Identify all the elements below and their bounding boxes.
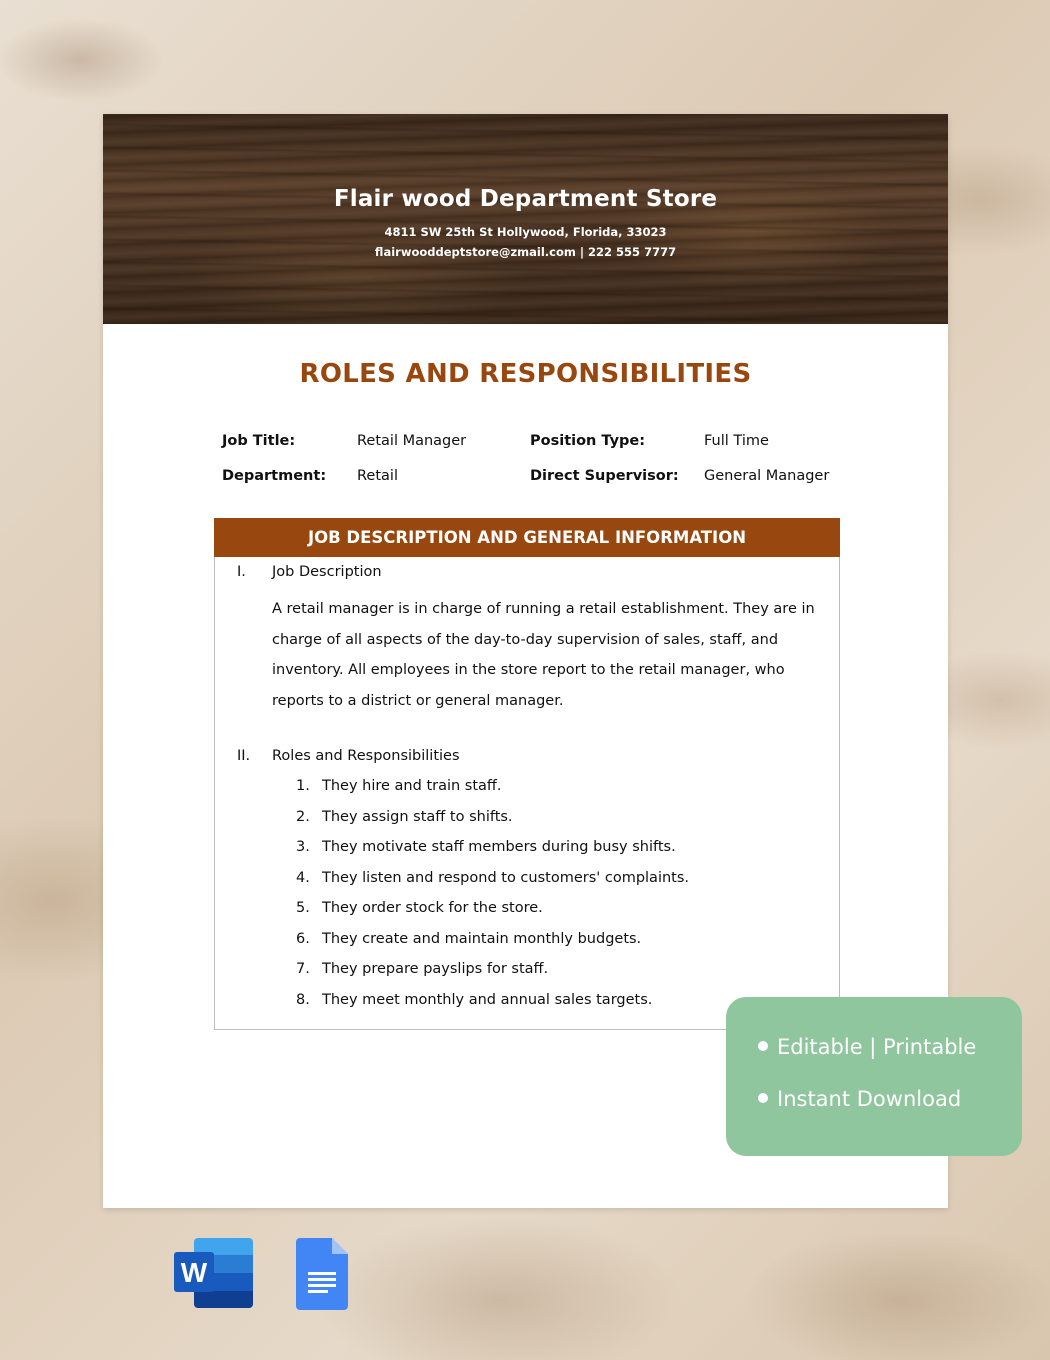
- job-description-text: A retail manager is in charge of running…: [272, 601, 815, 709]
- word-letter: W: [181, 1257, 208, 1288]
- direct-supervisor-value: General Manager: [704, 468, 830, 484]
- item-number: 6.: [296, 930, 310, 947]
- feature-label: Instant Download: [777, 1087, 962, 1111]
- item-number: 4.: [296, 869, 310, 886]
- job-title-label: Job Title:: [222, 433, 296, 449]
- department-value: Retail: [357, 468, 398, 484]
- item-number: 8.: [296, 991, 310, 1008]
- info-row: Job Title: Retail Manager Position Type:…: [222, 433, 862, 468]
- position-type-label: Position Type:: [530, 433, 646, 449]
- feature-editable-printable: Editable | Printable: [758, 1035, 976, 1059]
- direct-supervisor-label: Direct Supervisor:: [530, 468, 679, 484]
- store-contact: flairwooddeptstore@zmail.com | 222 555 7…: [374, 245, 677, 259]
- bullet-icon: [758, 1093, 768, 1103]
- department-label: Department:: [222, 468, 327, 484]
- store-address: 4811 SW 25th St Hollywood, Florida, 3302…: [384, 225, 667, 239]
- job-info-grid: Job Title: Retail Manager Position Type:…: [222, 433, 862, 503]
- feature-instant-download: Instant Download: [758, 1087, 961, 1111]
- list-item: 5. They order stock for the store.: [272, 900, 812, 931]
- job-description-section: JOB DESCRIPTION AND GENERAL INFORMATION …: [214, 518, 840, 1030]
- section-header: JOB DESCRIPTION AND GENERAL INFORMATION: [214, 518, 840, 557]
- bullet-icon: [758, 1041, 768, 1051]
- features-badge: Editable | Printable Instant Download: [726, 997, 1022, 1156]
- responsibilities-list: 1. They hire and train staff. 2. They assi…: [272, 778, 812, 1022]
- google-docs-icon[interactable]: [296, 1238, 348, 1310]
- item-number: 1.: [296, 778, 310, 794]
- list-item: 7. They prepare payslips for staff.: [272, 961, 812, 992]
- item-text: They hire and train staff.: [322, 778, 502, 794]
- item-number: 3.: [296, 839, 310, 855]
- item-text: They motivate staff members during busy …: [322, 839, 676, 855]
- list-item: 1. They hire and train staff.: [272, 778, 812, 809]
- roman-numeral: II.: [237, 748, 251, 764]
- part-heading: Roles and Responsibilities: [272, 748, 460, 764]
- document-title: ROLES AND RESPONSIBILITIES: [299, 359, 752, 389]
- item-number: 5.: [296, 900, 310, 916]
- list-item: 2. They assign staff to shifts.: [272, 809, 812, 840]
- item-number: 7.: [296, 961, 310, 977]
- item-text: They order stock for the store.: [322, 900, 543, 916]
- item-text: They create and maintain monthly budgets…: [322, 930, 642, 947]
- list-item: 6. They create and maintain monthly budge…: [272, 931, 812, 962]
- roman-numeral: I.: [237, 564, 246, 580]
- position-type-value: Full Time: [704, 433, 769, 449]
- item-text: They meet monthly and annual sales targe…: [322, 991, 653, 1008]
- info-row: Department: Retail Direct Supervisor: Ge…: [222, 468, 862, 503]
- list-item: 3. They motivate staff members during bus…: [272, 839, 812, 870]
- part-heading: Job Description: [272, 564, 382, 580]
- wood-header-banner: Flair wood Department Store 4811 SW 25th…: [103, 114, 948, 324]
- list-item: 4. They listen and respond to customers' …: [272, 870, 812, 901]
- job-title-value: Retail Manager: [357, 433, 467, 449]
- item-number: 2.: [296, 808, 310, 825]
- item-text: They assign staff to shifts.: [322, 808, 513, 825]
- microsoft-word-icon[interactable]: W: [174, 1238, 254, 1310]
- item-text: They prepare payslips for staff.: [322, 961, 549, 977]
- item-text: They listen and respond to customers' co…: [322, 869, 690, 886]
- store-name: Flair wood Department Store: [333, 186, 718, 212]
- feature-label: Editable | Printable: [777, 1035, 977, 1059]
